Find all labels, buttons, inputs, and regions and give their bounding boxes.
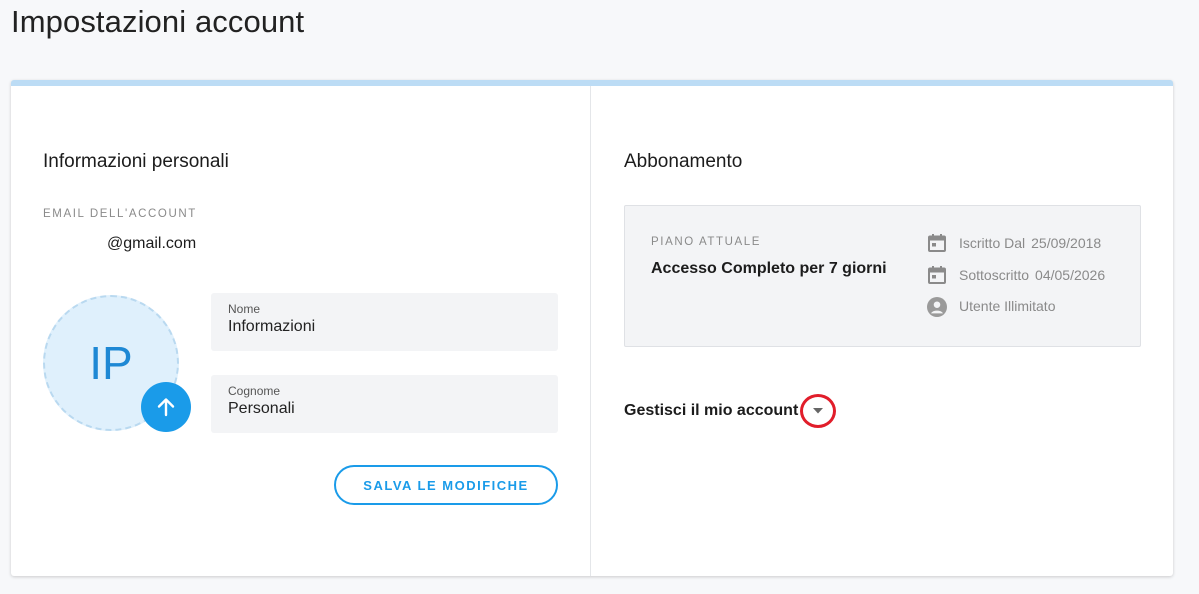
meta-label: Iscritto Dal	[959, 235, 1026, 251]
avatar-initials: IP	[89, 337, 133, 389]
page-title: Impostazioni account	[11, 4, 305, 39]
meta-label: Utente Illimitato	[959, 298, 1056, 314]
meta-value: 04/05/2026	[1035, 267, 1106, 283]
meta-row-sottoscritto: Sottoscritto 04/05/2026	[927, 265, 1105, 285]
user-icon	[927, 296, 947, 317]
subscription-heading: Abbonamento	[624, 151, 743, 172]
email-value: @gmail.com	[107, 235, 197, 252]
calendar-icon	[927, 233, 947, 253]
arrow-up-icon	[157, 398, 175, 417]
meta-value: 25/09/2018	[1031, 235, 1102, 251]
plan-name: Accesso Completo per 7 giorni	[651, 260, 887, 277]
first-name-field[interactable]: Nome Informazioni	[211, 293, 558, 351]
manage-account-label[interactable]: Gestisci il mio account	[624, 402, 798, 420]
first-name-value[interactable]: Informazioni	[228, 318, 315, 336]
account-settings-card: Informazioni personali EMAIL DELL'ACCOUN…	[11, 80, 1173, 576]
meta-row-utente: Utente Illimitato	[927, 296, 1056, 317]
last-name-label: Cognome	[228, 384, 281, 398]
meta-label: Sottoscritto	[959, 267, 1030, 283]
last-name-value[interactable]: Personali	[228, 400, 295, 418]
manage-account-dropdown[interactable]	[800, 394, 837, 428]
current-plan-box: PIANO ATTUALE Accesso Completo per 7 gio…	[624, 205, 1141, 347]
email-caption: EMAIL DELL'ACCOUNT	[43, 208, 197, 220]
caret-down-icon	[813, 408, 824, 414]
first-name-label: Nome	[228, 302, 261, 316]
plan-caption: PIANO ATTUALE	[651, 236, 762, 248]
save-changes-button[interactable]: SALVA LE MODIFICHE	[334, 465, 558, 505]
last-name-field[interactable]: Cognome Personali	[211, 375, 558, 433]
manage-account[interactable]: Gestisci il mio account	[624, 394, 837, 428]
upload-avatar-button[interactable]	[141, 382, 191, 432]
column-divider	[590, 86, 591, 576]
meta-row-iscritto: Iscritto Dal 25/09/2018	[927, 233, 1101, 253]
personal-info-heading: Informazioni personali	[43, 151, 229, 172]
calendar-icon	[927, 265, 947, 285]
